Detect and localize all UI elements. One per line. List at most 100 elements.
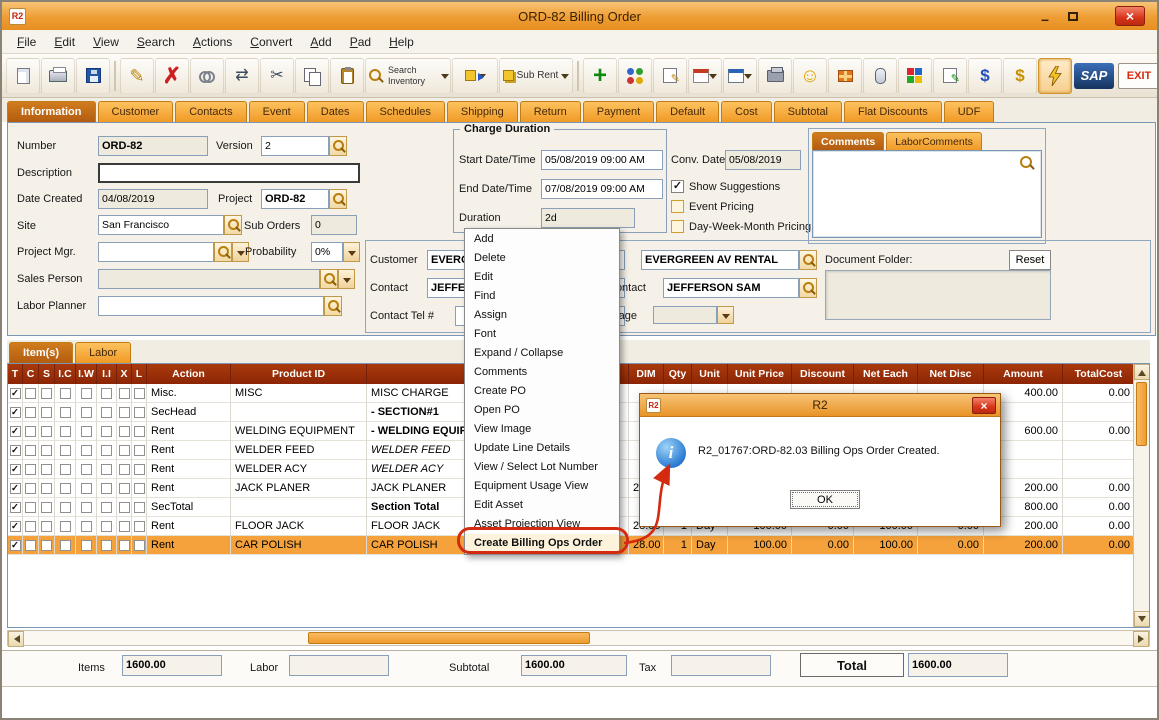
tab-flat-discounts[interactable]: Flat Discounts	[844, 101, 942, 122]
language-dropdown-button[interactable]	[717, 306, 734, 324]
scroll-down-button[interactable]	[1134, 611, 1150, 627]
tab-comments[interactable]: Comments	[812, 132, 884, 150]
cube-button[interactable]	[898, 58, 932, 94]
tab-return[interactable]: Return	[520, 101, 581, 122]
billing-contact-search-button[interactable]	[799, 278, 817, 298]
column-header-c[interactable]: C	[23, 364, 39, 384]
menu-item-edit[interactable]: Edit	[45, 30, 84, 54]
row-checkbox[interactable]	[60, 407, 71, 418]
row-checkbox[interactable]: ✓	[10, 502, 21, 513]
horizontal-scroll-thumb[interactable]	[308, 632, 590, 644]
menu-item-search[interactable]: Search	[128, 30, 184, 54]
context-menu-item-update-line-details[interactable]: Update Line Details	[465, 439, 619, 458]
row-checkbox[interactable]	[25, 407, 36, 418]
tab-information[interactable]: Information	[7, 101, 96, 122]
column-header-totalcost[interactable]: TotalCost	[1063, 364, 1135, 384]
probability-field[interactable]: 0%	[311, 242, 343, 262]
row-checkbox[interactable]	[81, 426, 92, 437]
row-checkbox[interactable]	[81, 521, 92, 532]
row-checkbox[interactable]	[101, 426, 112, 437]
description-field[interactable]	[98, 163, 360, 183]
context-menu-item-view-image[interactable]: View Image	[465, 420, 619, 439]
tab-cost[interactable]: Cost	[721, 101, 772, 122]
save-button[interactable]	[76, 58, 110, 94]
new-order-button[interactable]	[6, 58, 40, 94]
row-checkbox[interactable]	[60, 483, 71, 494]
row-checkbox[interactable]	[25, 521, 36, 532]
probability-dropdown-button[interactable]	[343, 242, 360, 262]
row-checkbox[interactable]	[119, 407, 130, 418]
billing-company-field[interactable]: EVERGREEN AV RENTAL	[641, 250, 799, 270]
sap-button[interactable]: SAP	[1074, 63, 1114, 89]
row-checkbox[interactable]	[119, 521, 130, 532]
row-checkbox[interactable]	[60, 540, 71, 551]
row-checkbox[interactable]	[119, 502, 130, 513]
row-checkbox[interactable]	[134, 426, 145, 437]
row-checkbox[interactable]	[81, 407, 92, 418]
column-header-unit[interactable]: Unit	[692, 364, 728, 384]
row-checkbox[interactable]	[25, 464, 36, 475]
column-header-unit-price[interactable]: Unit Price	[728, 364, 792, 384]
column-header-product-id[interactable]: Product ID	[231, 364, 367, 384]
project-mgr-search-button[interactable]	[214, 242, 232, 262]
tab-labor[interactable]: Labor	[75, 342, 131, 363]
exit-button[interactable]: EXIT	[1118, 63, 1159, 89]
row-checkbox[interactable]	[119, 445, 130, 456]
row-checkbox[interactable]	[101, 483, 112, 494]
day-week-month-checkbox[interactable]	[671, 220, 684, 233]
money-button[interactable]: $	[1003, 58, 1037, 94]
row-checkbox[interactable]: ✓	[10, 407, 21, 418]
menu-item-add[interactable]: Add	[301, 30, 340, 54]
dialog-close-button[interactable]: ×	[972, 397, 996, 414]
tab-item-s[interactable]: Item(s)	[9, 342, 73, 363]
edit-button[interactable]: ✎	[120, 58, 154, 94]
billing-ops-button[interactable]	[1038, 58, 1072, 94]
context-menu-item-comments[interactable]: Comments	[465, 363, 619, 382]
row-checkbox[interactable]	[81, 445, 92, 456]
delete-button[interactable]: ✗	[155, 58, 189, 94]
column-header-net-disc[interactable]: Net Disc	[918, 364, 984, 384]
row-checkbox[interactable]	[119, 483, 130, 494]
close-button[interactable]: ×	[1115, 6, 1145, 26]
row-checkbox[interactable]	[134, 445, 145, 456]
column-header-dim[interactable]: DIM	[629, 364, 664, 384]
show-suggestions-checkbox[interactable]: ✓	[671, 180, 684, 193]
comments-box[interactable]	[812, 150, 1042, 238]
version-field[interactable]: 2	[261, 136, 329, 156]
reset-button[interactable]: Reset	[1009, 250, 1051, 270]
row-checkbox[interactable]	[60, 521, 71, 532]
context-menu-item-find[interactable]: Find	[465, 287, 619, 306]
tab-payment[interactable]: Payment	[583, 101, 654, 122]
column-header-amount[interactable]: Amount	[984, 364, 1063, 384]
tab-udf[interactable]: UDF	[944, 101, 995, 122]
row-checkbox[interactable]	[101, 521, 112, 532]
options-button[interactable]	[618, 58, 652, 94]
row-checkbox[interactable]	[134, 483, 145, 494]
row-checkbox[interactable]	[81, 540, 92, 551]
menu-item-help[interactable]: Help	[380, 30, 423, 54]
tab-subtotal[interactable]: Subtotal	[774, 101, 842, 122]
menu-item-view[interactable]: View	[84, 30, 128, 54]
row-checkbox[interactable]	[81, 483, 92, 494]
context-menu-item-add[interactable]: Add	[465, 230, 619, 249]
row-checkbox[interactable]	[134, 540, 145, 551]
version-search-button[interactable]	[329, 136, 347, 156]
schedule-button[interactable]	[723, 58, 757, 94]
project-search-button[interactable]	[329, 189, 347, 209]
maximize-button[interactable]	[1061, 7, 1085, 25]
column-header-action[interactable]: Action	[147, 364, 231, 384]
row-checkbox[interactable]	[41, 407, 52, 418]
row-checkbox[interactable]	[119, 388, 130, 399]
row-checkbox[interactable]	[81, 388, 92, 399]
row-checkbox[interactable]	[60, 388, 71, 399]
scroll-up-button[interactable]	[1134, 364, 1150, 380]
row-checkbox[interactable]	[81, 502, 92, 513]
labor-planner-field[interactable]	[98, 296, 324, 316]
context-menu-item-expand-collapse[interactable]: Expand / Collapse	[465, 344, 619, 363]
column-header-i-c[interactable]: I.C	[55, 364, 76, 384]
row-checkbox[interactable]	[25, 540, 36, 551]
row-checkbox[interactable]	[41, 502, 52, 513]
menu-item-file[interactable]: File	[8, 30, 45, 54]
end-datetime-field[interactable]: 07/08/2019 09:00 AM	[541, 179, 663, 199]
site-field[interactable]: San Francisco	[98, 215, 224, 235]
